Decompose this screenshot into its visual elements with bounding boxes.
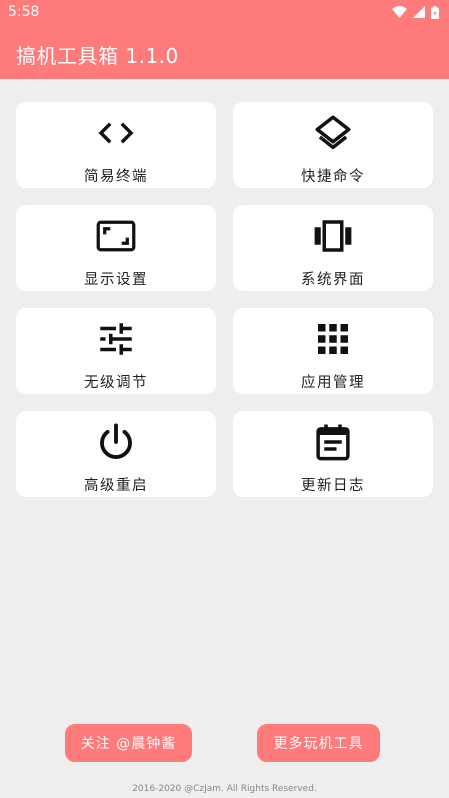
- tile-label: 高级重启: [84, 478, 148, 494]
- signal-icon: [413, 6, 425, 18]
- apps-grid-icon: [312, 318, 354, 360]
- tile-terminal[interactable]: 简易终端: [16, 102, 216, 188]
- layers-icon: [312, 112, 354, 154]
- status-bar: 5:58: [0, 0, 449, 24]
- tile-label: 简易终端: [84, 169, 148, 185]
- app-header: 5:58 搞机工具箱 1.1.0: [0, 0, 449, 79]
- tile-label: 应用管理: [301, 375, 365, 391]
- tile-stepless-adjust[interactable]: 无级调节: [16, 308, 216, 394]
- tile-label: 快捷命令: [301, 169, 365, 185]
- view-carousel-icon: [312, 215, 354, 257]
- tile-label: 系统界面: [301, 272, 365, 288]
- battery-icon: [431, 5, 439, 19]
- copyright-footer: 2016-2020 @CzJam. All Rights Reserved.: [132, 784, 317, 794]
- tile-label: 更新日志: [301, 478, 365, 494]
- tile-label: 无级调节: [84, 375, 148, 391]
- tools-grid: 简易终端 快捷命令 显示设置 系统界面 无级调节 应用管理 高级重启 更新日志: [16, 102, 433, 497]
- tile-system-ui[interactable]: 系统界面: [233, 205, 433, 291]
- tile-advanced-reboot[interactable]: 高级重启: [16, 411, 216, 497]
- event-note-icon: [312, 421, 354, 463]
- tile-changelog[interactable]: 更新日志: [233, 411, 433, 497]
- more-tools-button[interactable]: 更多玩机工具: [257, 724, 380, 762]
- app-title: 搞机工具箱 1.1.0: [16, 44, 179, 68]
- follow-button[interactable]: 关注 @晨钟酱: [65, 724, 192, 762]
- tile-display-settings[interactable]: 显示设置: [16, 205, 216, 291]
- tile-label: 显示设置: [84, 272, 148, 288]
- aspect-ratio-icon: [95, 215, 137, 257]
- power-icon: [95, 421, 137, 463]
- tile-app-management[interactable]: 应用管理: [233, 308, 433, 394]
- tile-quick-commands[interactable]: 快捷命令: [233, 102, 433, 188]
- wifi-icon: [392, 6, 407, 18]
- sliders-icon: [95, 318, 137, 360]
- status-time: 5:58: [8, 4, 40, 20]
- code-icon: [95, 112, 137, 154]
